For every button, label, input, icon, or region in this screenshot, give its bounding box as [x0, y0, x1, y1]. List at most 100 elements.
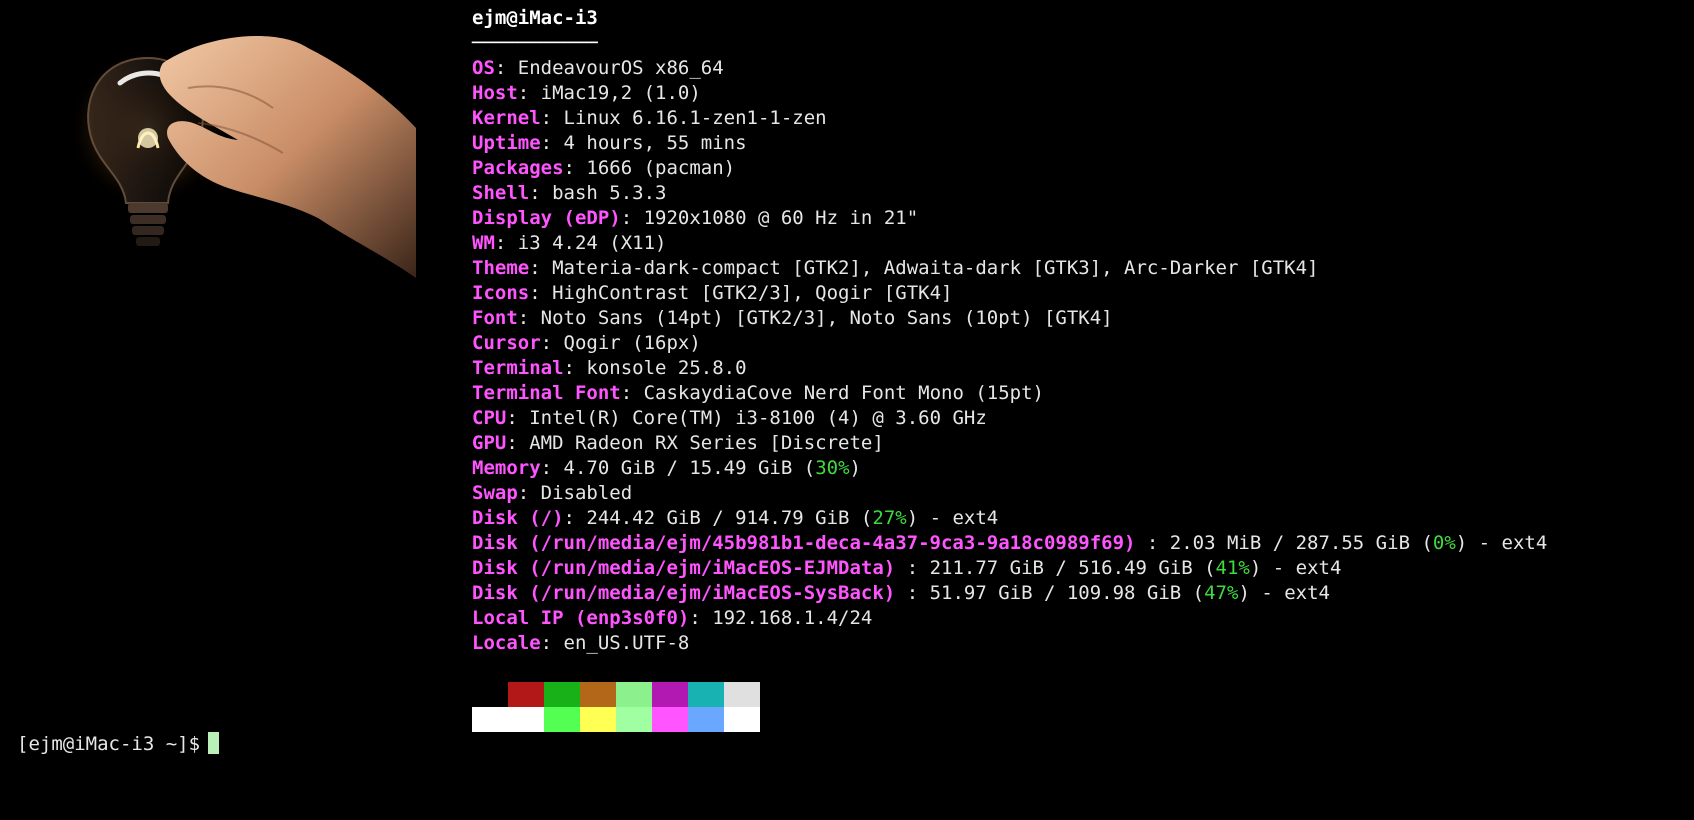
info-value: : 1666 (pacman): [563, 157, 736, 179]
info-row: Terminal Font: CaskaydiaCove Nerd Font M…: [472, 381, 1682, 406]
info-row: OS: EndeavourOS x86_64: [472, 56, 1682, 81]
info-row: Uptime: 4 hours, 55 mins: [472, 131, 1682, 156]
info-key: Shell: [472, 182, 530, 204]
info-row: Packages: 1666 (pacman): [472, 156, 1682, 181]
color-swatch: [724, 682, 760, 707]
color-swatch: [508, 707, 544, 732]
info-key: Packages: [472, 157, 564, 179]
info-key: Swap: [472, 482, 518, 504]
color-swatch: [688, 707, 724, 732]
info-key: WM: [472, 232, 495, 254]
info-key: OS: [472, 57, 495, 79]
info-value: : 4 hours, 55 mins: [540, 132, 747, 154]
info-value: : bash 5.3.3: [529, 182, 667, 204]
info-value: : Disabled: [517, 482, 633, 504]
info-key: Icons: [472, 282, 530, 304]
color-swatch: [580, 682, 616, 707]
info-rows: OS: EndeavourOS x86_64 Host: iMac19,2 (1.…: [472, 56, 1682, 656]
info-row: Disk (/run/media/ejm/iMacEOS-SysBack) : …: [472, 581, 1682, 606]
usage-percent: 27%: [872, 507, 907, 529]
info-row: Theme: Materia-dark-compact [GTK2], Adwa…: [472, 256, 1682, 281]
info-key: Cursor: [472, 332, 541, 354]
info-value: : en_US.UTF-8: [540, 632, 690, 654]
info-key: Display (eDP): [472, 207, 621, 229]
info-key: Local IP (enp3s0f0): [472, 607, 690, 629]
color-swatch: [544, 682, 580, 707]
info-value: : HighContrast [GTK2/3], Qogir [GTK4]: [529, 282, 953, 304]
info-row: CPU: Intel(R) Core(TM) i3-8100 (4) @ 3.6…: [472, 406, 1682, 431]
color-swatch: [544, 707, 580, 732]
usage-percent: 41%: [1215, 557, 1250, 579]
info-key: GPU: [472, 432, 507, 454]
info-value: : Noto Sans (14pt) [GTK2/3], Noto Sans (…: [517, 307, 1113, 329]
info-value: : 211.77 GiB / 516.49 GiB (: [895, 557, 1216, 579]
info-value: ) - ext4: [1455, 532, 1548, 554]
shell-prompt[interactable]: [ejm@iMac-i3 ~]$: [17, 732, 220, 757]
usage-percent: 0%: [1432, 532, 1456, 554]
info-key: Kernel: [472, 107, 541, 129]
info-value: : 192.168.1.4/24: [689, 607, 873, 629]
color-swatch: [652, 682, 688, 707]
info-row: Display (eDP): 1920x1080 @ 60 Hz in 21": [472, 206, 1682, 231]
info-key: CPU: [472, 407, 507, 429]
info-row: WM: i3 4.24 (X11): [472, 231, 1682, 256]
info-value: : 51.97 GiB / 109.98 GiB (: [895, 582, 1205, 604]
usage-percent: 47%: [1204, 582, 1239, 604]
info-value: : konsole 25.8.0: [563, 357, 747, 379]
info-row: Shell: bash 5.3.3: [472, 181, 1682, 206]
info-value: : Materia-dark-compact [GTK2], Adwaita-d…: [529, 257, 1319, 279]
info-key: Locale: [472, 632, 541, 654]
info-value: : Linux 6.16.1-zen1-1-zen: [540, 107, 827, 129]
info-value: ) - ext4: [1238, 582, 1330, 604]
text-cursor: [208, 732, 220, 754]
system-info: ejm@iMac-i3 ─────────── OS: EndeavourOS …: [472, 6, 1682, 656]
color-swatch: [652, 707, 688, 732]
color-swatch: [616, 707, 652, 732]
info-value: : AMD Radeon RX Series [Discrete]: [506, 432, 884, 454]
info-value: : 2.03 MiB / 287.55 GiB (: [1135, 532, 1433, 554]
color-palette: [472, 682, 760, 732]
info-key: Disk (/run/media/ejm/iMacEOS-SysBack): [472, 582, 896, 604]
info-key: Disk (/run/media/ejm/45b981b1-deca-4a37-…: [472, 532, 1136, 554]
info-row: Host: iMac19,2 (1.0): [472, 81, 1682, 106]
info-value: ) - ext4: [1249, 557, 1342, 579]
info-row: Locale: en_US.UTF-8: [472, 631, 1682, 656]
color-swatch: [616, 682, 652, 707]
info-row: Local IP (enp3s0f0): 192.168.1.4/24: [472, 606, 1682, 631]
info-key: Memory: [472, 457, 541, 479]
info-row: Disk (/): 244.42 GiB / 914.79 GiB (27%) …: [472, 506, 1682, 531]
prompt-text: [ejm@iMac-i3 ~]$: [17, 733, 201, 755]
user-host-title: ejm@iMac-i3: [472, 7, 598, 29]
info-value: : Qogir (16px): [540, 332, 701, 354]
info-key: Terminal Font: [472, 382, 621, 404]
info-row: Memory: 4.70 GiB / 15.49 GiB (30%): [472, 456, 1682, 481]
info-value: : 1920x1080 @ 60 Hz in 21": [620, 207, 919, 229]
lightbulb-in-hand-image: [68, 28, 416, 310]
usage-percent: 30%: [815, 457, 850, 479]
color-swatch: [724, 707, 760, 732]
info-key: Theme: [472, 257, 530, 279]
color-swatch: [508, 682, 544, 707]
info-row: Disk (/run/media/ejm/45b981b1-deca-4a37-…: [472, 531, 1682, 556]
info-value: : CaskaydiaCove Nerd Font Mono (15pt): [620, 382, 1044, 404]
info-key: Font: [472, 307, 518, 329]
color-swatch: [580, 707, 616, 732]
info-value: ): [849, 457, 861, 479]
info-key: Uptime: [472, 132, 541, 154]
info-key: Host: [472, 82, 518, 104]
info-key: Disk (/run/media/ejm/iMacEOS-EJMData): [472, 557, 896, 579]
info-value: : i3 4.24 (X11): [494, 232, 667, 254]
info-value: ) - ext4: [906, 507, 999, 529]
info-row: Disk (/run/media/ejm/iMacEOS-EJMData) : …: [472, 556, 1682, 581]
info-row: Icons: HighContrast [GTK2/3], Qogir [GTK…: [472, 281, 1682, 306]
info-key: Disk (/): [472, 507, 564, 529]
info-value: : iMac19,2 (1.0): [517, 82, 701, 104]
color-swatch: [472, 682, 508, 707]
info-key: Terminal: [472, 357, 564, 379]
info-row: Cursor: Qogir (16px): [472, 331, 1682, 356]
info-value: : 244.42 GiB / 914.79 GiB (: [563, 507, 873, 529]
info-row: Swap: Disabled: [472, 481, 1682, 506]
info-row: Kernel: Linux 6.16.1-zen1-1-zen: [472, 106, 1682, 131]
color-swatch: [472, 707, 508, 732]
info-value: : EndeavourOS x86_64: [494, 57, 724, 79]
